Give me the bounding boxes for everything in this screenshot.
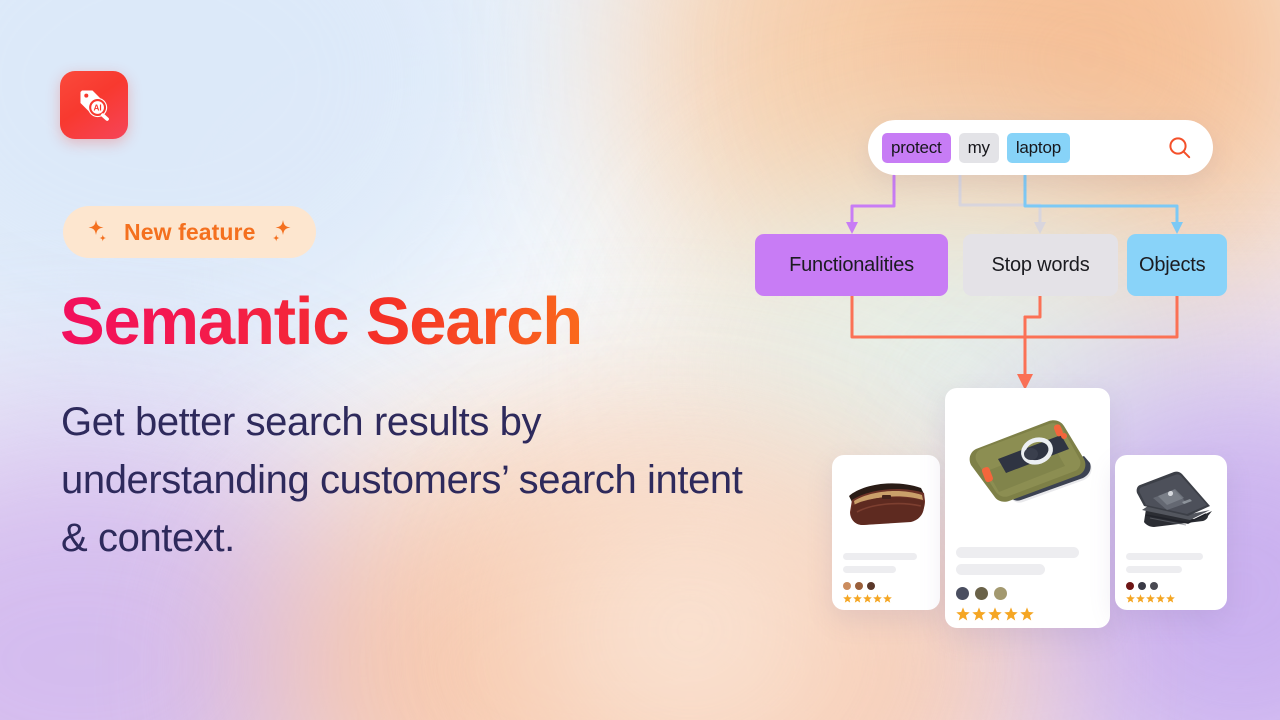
category-label: Functionalities — [789, 253, 914, 276]
color-swatches[interactable] — [843, 582, 929, 590]
product-subtitle-placeholder — [1126, 566, 1182, 573]
color-swatch[interactable] — [867, 582, 875, 590]
search-bar[interactable]: protect my laptop — [868, 120, 1213, 175]
star-icon — [863, 594, 872, 603]
search-icon — [1169, 136, 1191, 158]
color-swatch[interactable] — [1150, 582, 1158, 590]
color-swatch[interactable] — [1138, 582, 1146, 590]
star-icon — [1156, 594, 1165, 603]
star-icon — [1146, 594, 1155, 603]
star-icon — [988, 607, 1002, 621]
rating-stars — [843, 594, 929, 603]
rating-stars — [1126, 594, 1216, 603]
star-icon — [873, 594, 882, 603]
category-box-objects[interactable]: Objects — [1127, 234, 1227, 296]
product-image-olive-laptop-sleeve — [945, 388, 1110, 538]
star-icon — [1004, 607, 1018, 621]
search-chip-my[interactable]: my — [958, 132, 999, 163]
color-swatch[interactable] — [855, 582, 863, 590]
product-image-brown-leather-sleeve — [832, 455, 940, 547]
product-title-placeholder — [1126, 553, 1204, 560]
new-feature-label: New feature — [124, 218, 256, 245]
category-box-stop-words[interactable]: Stop words — [963, 234, 1118, 296]
app-logo: AI — [60, 71, 128, 139]
color-swatch[interactable] — [994, 587, 1007, 600]
color-swatch[interactable] — [1126, 582, 1134, 590]
product-meta — [832, 553, 940, 603]
product-subtitle-placeholder — [843, 566, 897, 573]
color-swatch[interactable] — [975, 587, 988, 600]
product-card-brown-leather-sleeve[interactable] — [832, 455, 940, 610]
olive-laptop-sleeve-icon — [969, 420, 1092, 503]
color-swatch[interactable] — [956, 587, 969, 600]
hero-subtitle: Get better search results by understandi… — [61, 400, 743, 560]
product-title-placeholder — [956, 547, 1079, 558]
sparkle-icon — [273, 220, 291, 242]
star-icon — [972, 607, 986, 621]
product-card-olive-laptop-sleeve[interactable] — [945, 388, 1110, 628]
hero-content: AI New feature Semantic Search Get bette… — [0, 0, 760, 720]
product-meta — [945, 547, 1110, 621]
sparkle-icon — [88, 220, 107, 242]
category-box-functionalities[interactable]: Functionalities — [755, 234, 948, 296]
search-chip-laptop[interactable]: laptop — [1006, 132, 1070, 163]
product-subtitle-placeholder — [956, 564, 1045, 575]
rating-stars — [956, 607, 1099, 621]
new-feature-badge: New feature — [63, 206, 317, 258]
product-title-placeholder — [843, 553, 917, 560]
star-icon — [1126, 594, 1135, 603]
color-swatches[interactable] — [1126, 582, 1216, 590]
star-icon — [883, 594, 892, 603]
svg-text:AI: AI — [94, 104, 102, 113]
product-image-rugged-laptop-case — [1115, 455, 1227, 547]
brown-leather-sleeve-icon — [849, 483, 925, 525]
color-swatch[interactable] — [843, 582, 851, 590]
star-icon — [843, 594, 852, 603]
star-icon — [1166, 594, 1175, 603]
page-title: Semantic Search — [60, 284, 583, 359]
star-icon — [1136, 594, 1145, 603]
rugged-laptop-case-icon — [1136, 471, 1212, 527]
product-card-rugged-laptop-case[interactable] — [1115, 455, 1227, 610]
semantic-search-diagram: protect my laptop Functionalities Stop w… — [740, 0, 1280, 720]
color-swatches[interactable] — [956, 587, 1099, 600]
star-icon — [1020, 607, 1034, 621]
category-label: Objects — [1139, 253, 1206, 276]
search-button[interactable] — [1167, 135, 1193, 161]
product-meta — [1115, 553, 1227, 603]
search-chip-protect[interactable]: protect — [882, 132, 951, 163]
star-icon — [956, 607, 970, 621]
star-icon — [853, 594, 862, 603]
category-label: Stop words — [991, 253, 1090, 276]
ai-tag-search-icon: AI — [80, 90, 109, 121]
